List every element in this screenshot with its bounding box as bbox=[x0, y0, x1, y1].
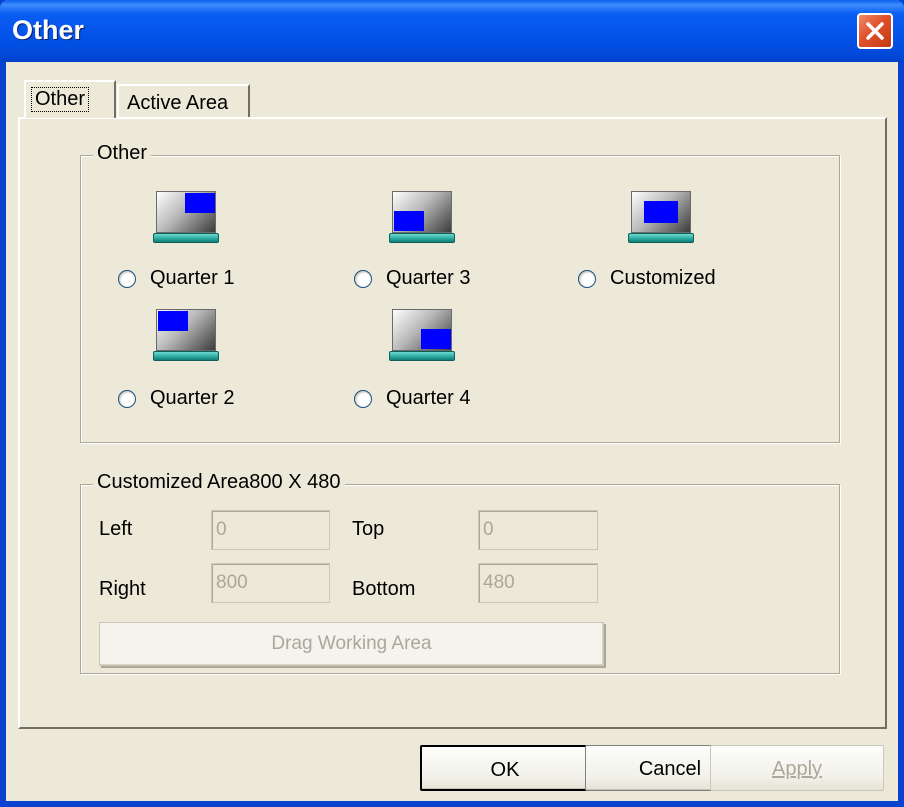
radio-customized-button[interactable] bbox=[578, 269, 596, 288]
radio-quarter1-label: Quarter 1 bbox=[150, 267, 235, 289]
tab-active-area-label: Active Area bbox=[127, 92, 229, 114]
radio-customized-label: Customized bbox=[610, 267, 716, 289]
cancel-button-label: Cancel bbox=[638, 758, 702, 780]
radio-quarter4-button[interactable] bbox=[354, 389, 372, 408]
monitor-quarter3-icon bbox=[389, 191, 457, 247]
monitor-quarter2-icon bbox=[153, 309, 221, 365]
ok-button-label: OK bbox=[490, 759, 520, 781]
ok-button[interactable]: OK bbox=[420, 745, 590, 791]
radio-quarter2-label: Quarter 2 bbox=[150, 387, 235, 409]
radio-quarter3-button[interactable] bbox=[354, 269, 372, 288]
monitor-quarter1-icon bbox=[153, 191, 221, 247]
apply-button[interactable]: Apply bbox=[710, 745, 884, 791]
radio-quarter3-label: Quarter 3 bbox=[386, 267, 471, 289]
window-title: Other bbox=[12, 15, 85, 45]
tab-other[interactable]: Other bbox=[24, 80, 116, 118]
top-label: Top bbox=[352, 518, 385, 540]
radio-quarter4[interactable]: Quarter 4 bbox=[354, 387, 470, 410]
tab-other-label: Other bbox=[30, 87, 90, 112]
title-bar[interactable]: Other bbox=[0, 0, 904, 62]
tab-active-area[interactable]: Active Area bbox=[117, 84, 250, 118]
radio-quarter3[interactable]: Quarter 3 bbox=[354, 267, 470, 290]
drag-working-area-button[interactable]: Drag Working Area bbox=[99, 622, 604, 666]
close-button[interactable] bbox=[857, 13, 893, 49]
right-label: Right bbox=[99, 578, 146, 600]
left-label: Left bbox=[99, 518, 133, 540]
group-other-legend: Other bbox=[93, 142, 152, 165]
top-field[interactable] bbox=[478, 510, 598, 550]
monitor-customized-icon bbox=[628, 191, 696, 247]
right-field[interactable] bbox=[211, 563, 330, 603]
apply-button-label: Apply bbox=[771, 758, 823, 780]
bottom-field[interactable] bbox=[478, 563, 598, 603]
radio-quarter1-button[interactable] bbox=[118, 269, 136, 288]
left-field[interactable] bbox=[211, 510, 330, 550]
radio-customized[interactable]: Customized bbox=[578, 267, 716, 290]
radio-quarter4-label: Quarter 4 bbox=[386, 387, 471, 409]
radio-quarter2-button[interactable] bbox=[118, 389, 136, 408]
close-icon bbox=[866, 22, 884, 40]
radio-quarter1[interactable]: Quarter 1 bbox=[118, 267, 234, 290]
radio-quarter2[interactable]: Quarter 2 bbox=[118, 387, 234, 410]
bottom-label: Bottom bbox=[352, 578, 416, 600]
monitor-quarter4-icon bbox=[389, 309, 457, 365]
group-customized-legend: Customized Area800 X 480 bbox=[93, 471, 345, 494]
